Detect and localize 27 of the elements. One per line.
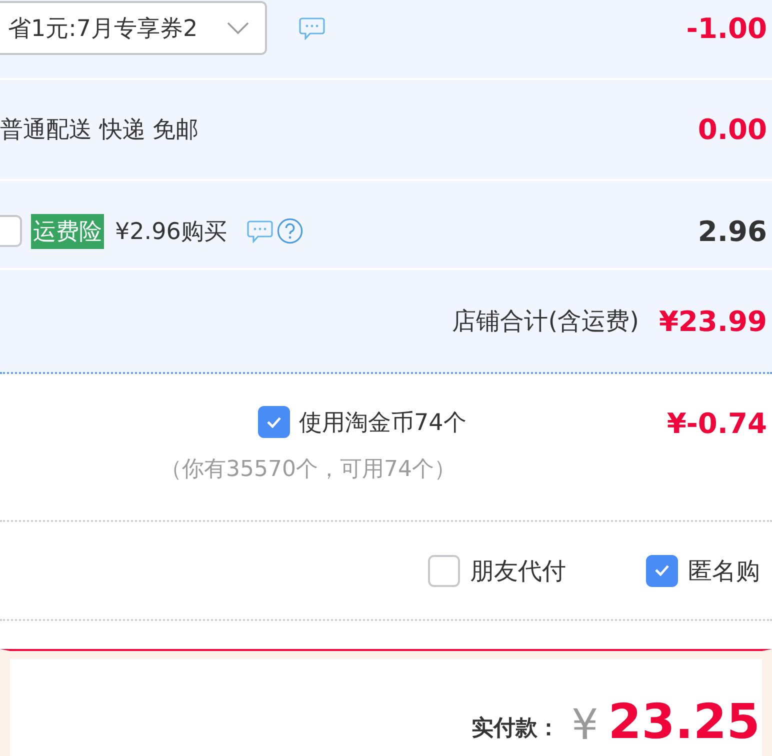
insurance-price: ¥2.96购买: [115, 218, 227, 246]
payment-amount: 23.25: [608, 696, 760, 749]
option-checkbox[interactable]: [428, 554, 460, 586]
option-checkbox[interactable]: [646, 554, 678, 586]
shipping-insurance-tag: 运费险: [31, 214, 104, 248]
shop-total-amount: ¥23.99: [658, 304, 767, 338]
coins-checkbox[interactable]: [258, 406, 290, 438]
row-amount: 2.96: [698, 214, 767, 248]
chat-bubble-icon[interactable]: [246, 220, 273, 242]
option-label: 匿名购: [688, 556, 760, 586]
insurance-checkbox[interactable]: [0, 215, 22, 247]
option-label: 朋友代付: [470, 556, 566, 586]
chevron-down-icon: [227, 22, 249, 34]
chat-bubble-icon[interactable]: [299, 16, 325, 40]
coins-note: （你有35570个，可用74个）: [160, 456, 457, 484]
row-amount: 0.00: [698, 113, 767, 146]
currency-sign: ¥: [571, 700, 598, 749]
checkmark-icon: [267, 416, 281, 428]
shipping-method: 普通配送 快递 免邮: [0, 116, 199, 145]
coins-label: 使用淘金币74个: [299, 408, 466, 438]
shop-total-label: 店铺合计(含运费): [452, 306, 639, 337]
payment-label: 实付款：: [471, 715, 560, 743]
coins-discount: ¥-0.74: [666, 407, 767, 440]
checkmark-icon: [655, 565, 669, 576]
row-amount: -1.00: [686, 12, 767, 44]
help-icon[interactable]: [276, 218, 303, 244]
coupon-select[interactable]: 省1元:7月专享券2: [0, 1, 267, 55]
